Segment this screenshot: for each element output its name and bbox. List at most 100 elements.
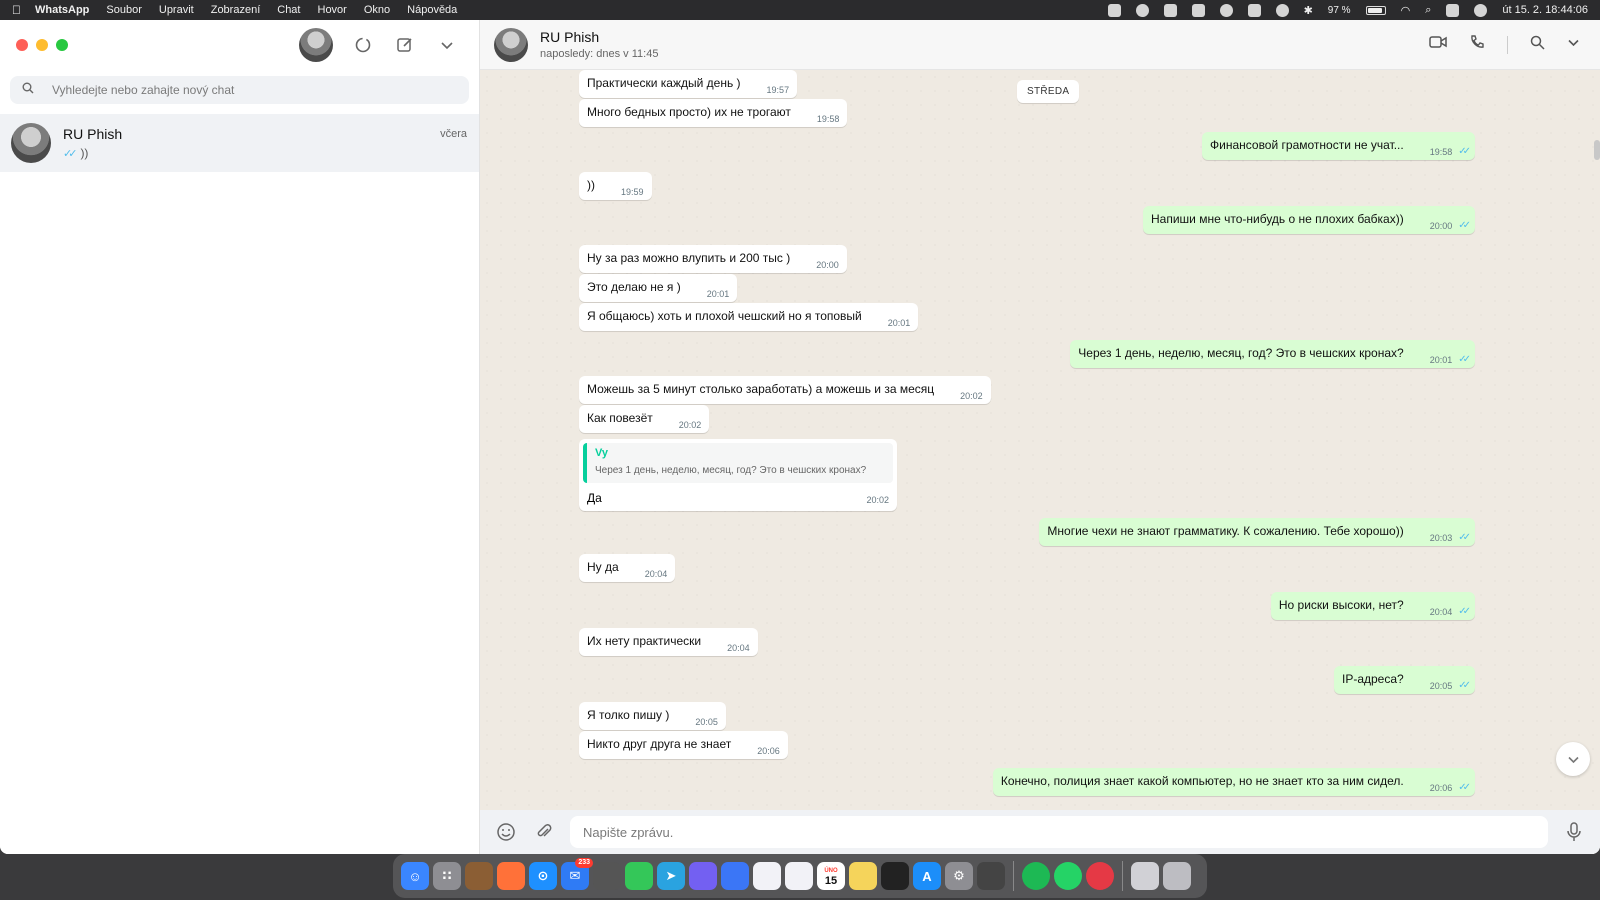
message-scrollbar[interactable]: [1594, 140, 1600, 160]
emoji-icon[interactable]: [494, 820, 518, 844]
control-center-icon[interactable]: [1446, 3, 1460, 17]
menu-app[interactable]: WhatsApp: [35, 4, 89, 16]
read-ticks-icon: ✓✓: [1458, 146, 1471, 157]
calendar-icon[interactable]: ÚNO 15: [817, 862, 845, 890]
header-chevron-down-icon[interactable]: [1567, 36, 1580, 54]
spotify-icon[interactable]: [1022, 862, 1050, 890]
trash-icon[interactable]: [1163, 862, 1191, 890]
message-list[interactable]: STŘEDA Практически каждый день ) 19:57 М…: [480, 70, 1600, 810]
message-outgoing[interactable]: Финансовой грамотности не учат... 19:58 …: [1202, 132, 1475, 160]
message-incoming[interactable]: Ну за раз можно влупить и 200 тыс ) 20:0…: [579, 245, 847, 273]
messages-icon[interactable]: [625, 862, 653, 890]
cube-app-icon[interactable]: [881, 862, 909, 890]
microphone-icon[interactable]: [1562, 820, 1586, 844]
mail-icon[interactable]: ✉ 233: [561, 858, 593, 890]
minimize-window-button[interactable]: [36, 39, 48, 51]
message-incoming[interactable]: Ну да 20:04: [579, 554, 676, 582]
message-incoming[interactable]: Как повезёт 20:02: [579, 405, 710, 433]
textedit-icon[interactable]: [785, 862, 813, 890]
menu-window[interactable]: Okno: [364, 4, 390, 16]
tray-cloud-icon[interactable]: [1247, 3, 1261, 17]
message-outgoing[interactable]: Но риски высоки, нет? 20:04 ✓✓: [1270, 592, 1475, 620]
maximize-window-button[interactable]: [56, 39, 68, 51]
message-outgoing[interactable]: Через 1 день, неделю, месяц, год? Это в …: [1070, 340, 1475, 368]
menu-view[interactable]: Zobrazení: [211, 4, 261, 16]
contact-info[interactable]: RU Phish naposledy: dnes v 11:45: [540, 29, 658, 60]
notes-icon[interactable]: [849, 862, 877, 890]
message-incoming[interactable]: Можешь за 5 минут столько заработать) а …: [579, 376, 991, 404]
tray-viber-icon[interactable]: [1135, 3, 1149, 17]
message-outgoing[interactable]: Конечно, полиция знает какой компьютер, …: [992, 768, 1475, 796]
whatsapp-icon[interactable]: [1054, 862, 1082, 890]
safari-icon[interactable]: ⊙: [529, 862, 557, 890]
video-call-icon[interactable]: [1429, 35, 1447, 54]
message-incoming[interactable]: )) 19:59: [579, 172, 652, 200]
message-incoming[interactable]: Много бедных просто) их не трогают 19:58: [579, 99, 848, 127]
message-incoming[interactable]: Практически каждый день ) 19:57: [579, 70, 798, 98]
sidebar-header: [0, 20, 479, 70]
menu-edit[interactable]: Upravit: [159, 4, 194, 16]
new-chat-icon[interactable]: [393, 33, 417, 57]
menu-file[interactable]: Soubor: [106, 4, 141, 16]
message-time: 20:04: [1429, 607, 1453, 617]
message-time: 20:01: [887, 318, 911, 328]
siri-icon[interactable]: [1474, 3, 1488, 17]
red-app-icon[interactable]: [1086, 862, 1114, 890]
calendar-day: 15: [824, 875, 838, 887]
menu-chat[interactable]: Chat: [277, 4, 300, 16]
tray-play-icon[interactable]: [1275, 3, 1289, 17]
search-input[interactable]: [52, 83, 432, 97]
downloads-folder-icon[interactable]: [1131, 862, 1159, 890]
battery-icon[interactable]: [1365, 5, 1386, 15]
search-messages-icon[interactable]: [1530, 35, 1545, 55]
system-settings-icon[interactable]: ⚙: [945, 862, 973, 890]
tray-gear-icon[interactable]: [1163, 3, 1177, 17]
dock-separator: [1013, 861, 1014, 891]
menu-help[interactable]: Nápověda: [407, 4, 457, 16]
notes-app-icon[interactable]: [465, 862, 493, 890]
message-outgoing[interactable]: IP-адреса? 20:05 ✓✓: [1333, 666, 1475, 694]
launchpad-icon[interactable]: ∷: [433, 862, 461, 890]
message-incoming-reply[interactable]: Vy Через 1 день, неделю, месяц, год? Это…: [579, 439, 897, 511]
firefox-icon[interactable]: [497, 862, 525, 890]
menu-call[interactable]: Hovor: [318, 4, 347, 16]
message-outgoing[interactable]: Напиши мне что-нибудь о не плохих бабках…: [1143, 206, 1475, 234]
menu-chevron-down-icon[interactable]: [435, 33, 459, 57]
attach-icon[interactable]: [532, 820, 556, 844]
tray-app-icon[interactable]: [1107, 3, 1121, 17]
viber-icon[interactable]: [689, 862, 717, 890]
message-incoming[interactable]: Их нету практически 20:04: [579, 628, 758, 656]
clock[interactable]: út 15. 2. 18:44:06: [1502, 4, 1588, 16]
spotlight-search-icon[interactable]: ⌕: [1425, 4, 1431, 17]
my-profile-avatar[interactable]: [299, 28, 333, 62]
tray-telegram-icon[interactable]: [1219, 3, 1233, 17]
tray-shield-icon[interactable]: [1191, 3, 1205, 17]
calculator-icon[interactable]: [593, 862, 621, 890]
bluetooth-icon[interactable]: ✱: [1304, 4, 1313, 17]
message-incoming[interactable]: Я толко пишу ) 20:05: [579, 702, 726, 730]
read-ticks-icon: ✓✓: [1458, 354, 1471, 365]
apple-menu-icon[interactable]: : [12, 3, 21, 17]
chat-list-item[interactable]: RU Phish včera ✓✓ )): [0, 114, 479, 172]
telegram-icon[interactable]: ➤: [657, 862, 685, 890]
status-refresh-icon[interactable]: [351, 33, 375, 57]
message-outgoing[interactable]: Многие чехи не знают грамматику. К сожал…: [1039, 518, 1475, 546]
close-window-button[interactable]: [16, 39, 28, 51]
reminders-icon[interactable]: [753, 862, 781, 890]
voice-call-icon[interactable]: [1469, 34, 1485, 55]
scroll-to-bottom-button[interactable]: [1556, 742, 1590, 776]
finder-icon[interactable]: ☺: [401, 862, 429, 890]
mail-badge: 233: [575, 858, 593, 868]
message-incoming[interactable]: Никто друг друга не знает 20:06: [579, 731, 788, 759]
quoted-message[interactable]: Vy Через 1 день, неделю, месяц, год? Это…: [583, 443, 893, 483]
message-incoming[interactable]: Я общаюсь) хоть и плохой чешский но я то…: [579, 303, 919, 331]
wifi-icon[interactable]: ◠: [1401, 4, 1411, 17]
message-incoming[interactable]: Это делаю не я ) 20:01: [579, 274, 738, 302]
app-store-icon[interactable]: A: [913, 862, 941, 890]
chat-item-name: RU Phish: [63, 126, 123, 142]
signal-icon[interactable]: [721, 862, 749, 890]
message-time: 20:00: [1429, 221, 1453, 231]
contact-header-avatar[interactable]: [494, 27, 528, 62]
message-input[interactable]: [570, 816, 1548, 848]
pdf-app-icon[interactable]: [977, 862, 1005, 890]
